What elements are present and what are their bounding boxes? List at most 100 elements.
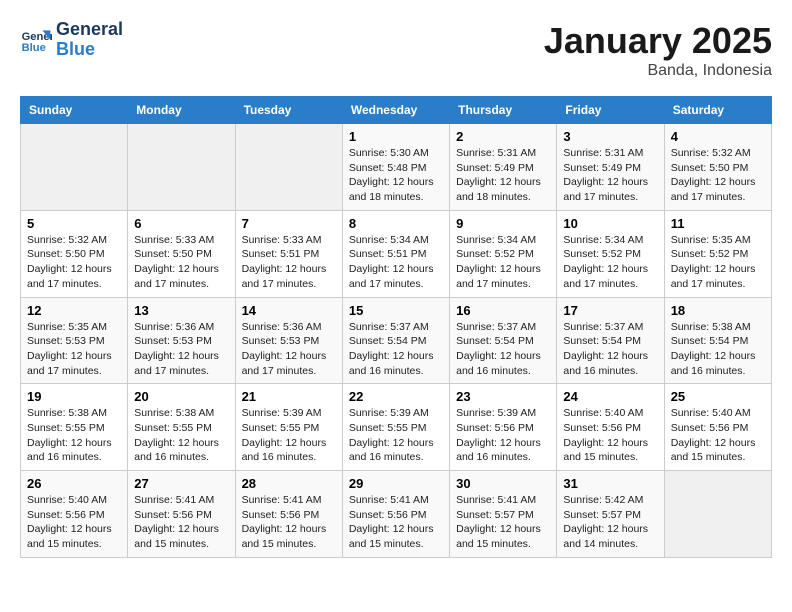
day-cell [21, 124, 128, 211]
day-info: Sunrise: 5:40 AM Sunset: 5:56 PM Dayligh… [671, 406, 765, 465]
week-row-1: 1Sunrise: 5:30 AM Sunset: 5:48 PM Daylig… [21, 124, 772, 211]
day-info: Sunrise: 5:39 AM Sunset: 5:55 PM Dayligh… [242, 406, 336, 465]
day-cell: 25 Sunrise: 5:40 AM Sunset: 5:56 PM Dayli… [664, 384, 771, 471]
day-cell: 22Sunrise: 5:39 AM Sunset: 5:55 PM Dayli… [342, 384, 449, 471]
day-cell [128, 124, 235, 211]
day-info: Sunrise: 5:33 AM Sunset: 5:51 PM Dayligh… [242, 233, 336, 292]
day-number: 17 [563, 303, 657, 318]
day-cell: 19 Sunrise: 5:38 AM Sunset: 5:55 PM Dayli… [21, 384, 128, 471]
day-cell: 4Sunrise: 5:32 AM Sunset: 5:50 PM Daylig… [664, 124, 771, 211]
header-wednesday: Wednesday [342, 97, 449, 124]
day-info: Sunrise: 5:34 AM Sunset: 5:52 PM Dayligh… [563, 233, 657, 292]
header-saturday: Saturday [664, 97, 771, 124]
day-info: Sunrise: 5:31 AM Sunset: 5:49 PM Dayligh… [456, 146, 550, 205]
day-cell: 12 Sunrise: 5:35 AM Sunset: 5:53 PM Dayli… [21, 297, 128, 384]
day-info: Sunrise: 5:36 AM Sunset: 5:53 PM Dayligh… [242, 320, 336, 379]
day-cell: 29 Sunrise: 5:41 AM Sunset: 5:56 PM Dayli… [342, 471, 449, 558]
day-number: 23 [456, 389, 550, 404]
day-number: 26 [27, 476, 121, 491]
day-cell: 21 Sunrise: 5:39 AM Sunset: 5:55 PM Dayli… [235, 384, 342, 471]
day-number: 4 [671, 129, 765, 144]
day-number: 14 [242, 303, 336, 318]
calendar-header-row: SundayMondayTuesdayWednesdayThursdayFrid… [21, 97, 772, 124]
day-info: Sunrise: 5:41 AM Sunset: 5:56 PM Dayligh… [349, 493, 443, 552]
day-number: 20 [134, 389, 228, 404]
day-cell: 28 Sunrise: 5:41 AM Sunset: 5:56 PM Dayli… [235, 471, 342, 558]
day-cell: 27 Sunrise: 5:41 AM Sunset: 5:56 PM Dayli… [128, 471, 235, 558]
day-cell: 2Sunrise: 5:31 AM Sunset: 5:49 PM Daylig… [450, 124, 557, 211]
day-info: Sunrise: 5:42 AM Sunset: 5:57 PM Dayligh… [563, 493, 657, 552]
day-info: Sunrise: 5:41 AM Sunset: 5:57 PM Dayligh… [456, 493, 550, 552]
day-cell: 30 Sunrise: 5:41 AM Sunset: 5:57 PM Dayli… [450, 471, 557, 558]
day-cell: 26 Sunrise: 5:40 AM Sunset: 5:56 PM Dayli… [21, 471, 128, 558]
day-cell: 17 Sunrise: 5:37 AM Sunset: 5:54 PM Dayli… [557, 297, 664, 384]
day-info: Sunrise: 5:34 AM Sunset: 5:52 PM Dayligh… [456, 233, 550, 292]
day-info: Sunrise: 5:39 AM Sunset: 5:55 PM Dayligh… [349, 406, 443, 465]
day-number: 27 [134, 476, 228, 491]
header-tuesday: Tuesday [235, 97, 342, 124]
day-cell: 14 Sunrise: 5:36 AM Sunset: 5:53 PM Dayli… [235, 297, 342, 384]
day-number: 21 [242, 389, 336, 404]
day-info: Sunrise: 5:32 AM Sunset: 5:50 PM Dayligh… [27, 233, 121, 292]
svg-text:Blue: Blue [22, 42, 46, 54]
day-cell: 10Sunrise: 5:34 AM Sunset: 5:52 PM Dayli… [557, 210, 664, 297]
day-info: Sunrise: 5:38 AM Sunset: 5:55 PM Dayligh… [27, 406, 121, 465]
logo-line2: Blue [56, 40, 123, 60]
day-info: Sunrise: 5:39 AM Sunset: 5:56 PM Dayligh… [456, 406, 550, 465]
day-cell: 1Sunrise: 5:30 AM Sunset: 5:48 PM Daylig… [342, 124, 449, 211]
day-number: 19 [27, 389, 121, 404]
day-number: 7 [242, 216, 336, 231]
day-cell: 15Sunrise: 5:37 AM Sunset: 5:54 PM Dayli… [342, 297, 449, 384]
day-number: 28 [242, 476, 336, 491]
day-cell: 11 Sunrise: 5:35 AM Sunset: 5:52 PM Dayli… [664, 210, 771, 297]
header-friday: Friday [557, 97, 664, 124]
week-row-3: 12 Sunrise: 5:35 AM Sunset: 5:53 PM Dayli… [21, 297, 772, 384]
day-cell: 7 Sunrise: 5:33 AM Sunset: 5:51 PM Daylig… [235, 210, 342, 297]
day-cell: 5 Sunrise: 5:32 AM Sunset: 5:50 PM Daylig… [21, 210, 128, 297]
week-row-4: 19 Sunrise: 5:38 AM Sunset: 5:55 PM Dayli… [21, 384, 772, 471]
day-number: 30 [456, 476, 550, 491]
day-cell [664, 471, 771, 558]
day-number: 12 [27, 303, 121, 318]
header-monday: Monday [128, 97, 235, 124]
calendar-title: January 2025 [544, 20, 772, 62]
day-cell: 24Sunrise: 5:40 AM Sunset: 5:56 PM Dayli… [557, 384, 664, 471]
day-number: 6 [134, 216, 228, 231]
day-number: 25 [671, 389, 765, 404]
day-number: 13 [134, 303, 228, 318]
day-info: Sunrise: 5:37 AM Sunset: 5:54 PM Dayligh… [456, 320, 550, 379]
calendar-table: SundayMondayTuesdayWednesdayThursdayFrid… [20, 96, 772, 558]
page-header: General Blue General Blue January 2025 B… [20, 20, 772, 80]
header-thursday: Thursday [450, 97, 557, 124]
day-number: 31 [563, 476, 657, 491]
day-cell: 23 Sunrise: 5:39 AM Sunset: 5:56 PM Dayli… [450, 384, 557, 471]
day-number: 3 [563, 129, 657, 144]
day-cell: 31 Sunrise: 5:42 AM Sunset: 5:57 PM Dayli… [557, 471, 664, 558]
day-info: Sunrise: 5:40 AM Sunset: 5:56 PM Dayligh… [27, 493, 121, 552]
day-cell: 9Sunrise: 5:34 AM Sunset: 5:52 PM Daylig… [450, 210, 557, 297]
day-info: Sunrise: 5:30 AM Sunset: 5:48 PM Dayligh… [349, 146, 443, 205]
day-cell: 20 Sunrise: 5:38 AM Sunset: 5:55 PM Dayli… [128, 384, 235, 471]
day-info: Sunrise: 5:41 AM Sunset: 5:56 PM Dayligh… [134, 493, 228, 552]
day-info: Sunrise: 5:37 AM Sunset: 5:54 PM Dayligh… [563, 320, 657, 379]
day-number: 29 [349, 476, 443, 491]
day-info: Sunrise: 5:41 AM Sunset: 5:56 PM Dayligh… [242, 493, 336, 552]
day-cell [235, 124, 342, 211]
day-number: 11 [671, 216, 765, 231]
day-cell: 8Sunrise: 5:34 AM Sunset: 5:51 PM Daylig… [342, 210, 449, 297]
week-row-2: 5 Sunrise: 5:32 AM Sunset: 5:50 PM Daylig… [21, 210, 772, 297]
day-cell: 13 Sunrise: 5:36 AM Sunset: 5:53 PM Dayli… [128, 297, 235, 384]
day-number: 5 [27, 216, 121, 231]
day-info: Sunrise: 5:38 AM Sunset: 5:54 PM Dayligh… [671, 320, 765, 379]
day-info: Sunrise: 5:35 AM Sunset: 5:52 PM Dayligh… [671, 233, 765, 292]
day-number: 18 [671, 303, 765, 318]
day-info: Sunrise: 5:38 AM Sunset: 5:55 PM Dayligh… [134, 406, 228, 465]
header-sunday: Sunday [21, 97, 128, 124]
day-cell: 6Sunrise: 5:33 AM Sunset: 5:50 PM Daylig… [128, 210, 235, 297]
logo-line1: General [56, 20, 123, 40]
day-info: Sunrise: 5:34 AM Sunset: 5:51 PM Dayligh… [349, 233, 443, 292]
day-info: Sunrise: 5:37 AM Sunset: 5:54 PM Dayligh… [349, 320, 443, 379]
day-info: Sunrise: 5:36 AM Sunset: 5:53 PM Dayligh… [134, 320, 228, 379]
day-info: Sunrise: 5:31 AM Sunset: 5:49 PM Dayligh… [563, 146, 657, 205]
day-info: Sunrise: 5:35 AM Sunset: 5:53 PM Dayligh… [27, 320, 121, 379]
